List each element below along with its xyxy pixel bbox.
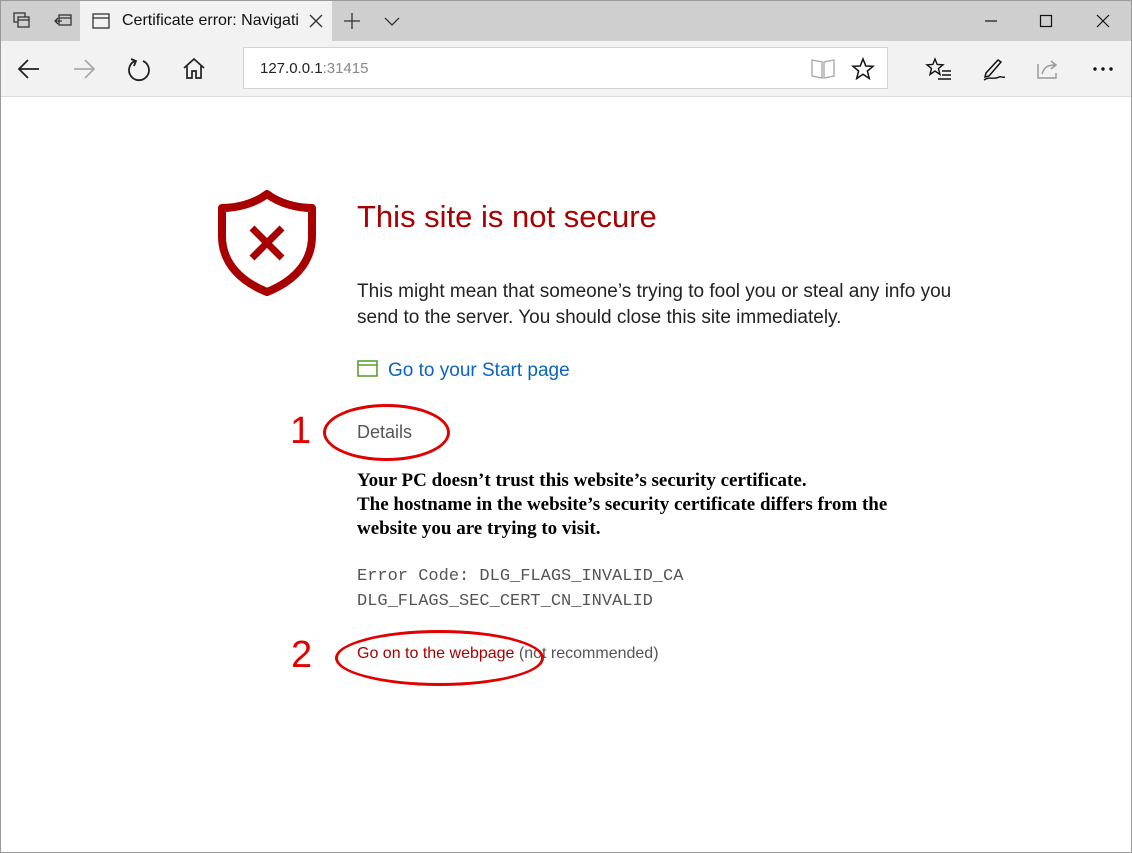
annotation-number-2: 2: [291, 634, 313, 676]
annotation-circle-2: [335, 630, 544, 686]
maximize-icon[interactable]: [1018, 1, 1074, 41]
favorites-hub-icon[interactable]: [924, 54, 954, 84]
detail-line: The hostname in the website’s security c…: [357, 494, 888, 515]
page-title: This site is not secure: [357, 199, 657, 234]
address-bar[interactable]: 127.0.0.1:31415: [243, 47, 888, 89]
warning-description: This might mean that someone’s trying to…: [357, 281, 952, 328]
url-host: 127.0.0.1: [260, 60, 323, 77]
reading-view-icon: [810, 57, 836, 86]
home-icon[interactable]: [179, 54, 209, 84]
annotation-circle-1: [323, 404, 450, 461]
more-icon[interactable]: [1088, 54, 1118, 84]
start-page-label: Go to your Start page: [388, 360, 570, 381]
error-code-line: Error Code: DLG_FLAGS_INVALID_CA: [357, 567, 684, 586]
minimize-icon[interactable]: [963, 1, 1019, 41]
show-tabs-icon[interactable]: [52, 10, 74, 32]
detail-line: Your PC doesn’t trust this website’s sec…: [357, 470, 807, 491]
start-page-icon: [357, 360, 378, 382]
tab-preview-icon[interactable]: [381, 10, 403, 32]
tab-page-icon: [90, 10, 112, 32]
browser-window: Certificate error: Navigation blocked: [0, 0, 1132, 853]
share-icon: [1033, 54, 1063, 84]
favorite-star-icon[interactable]: [851, 56, 875, 86]
title-bar: Certificate error: Navigation blocked: [1, 1, 1131, 41]
forward-icon: [69, 54, 99, 84]
refresh-icon[interactable]: [124, 54, 154, 84]
close-tab-icon[interactable]: [307, 12, 325, 30]
start-page-link[interactable]: Go to your Start page: [357, 358, 570, 384]
active-tab[interactable]: Certificate error: Navigation blocked: [80, 1, 332, 41]
annotation-number-1: 1: [290, 410, 312, 452]
certificate-details: Your PC doesn’t trust this website’s sec…: [357, 469, 977, 541]
web-note-icon[interactable]: [979, 54, 1009, 84]
url-port: :31415: [322, 60, 369, 77]
error-page: This site is not secure This might mean …: [1, 97, 1131, 852]
address-url[interactable]: 127.0.0.1:31415: [260, 60, 368, 77]
close-window-icon[interactable]: [1075, 1, 1131, 41]
shield-error-icon: [214, 188, 320, 298]
detail-line: website you are trying to visit.: [357, 518, 601, 539]
back-icon[interactable]: [14, 54, 44, 84]
tab-title: Certificate error: Navigation blocked: [122, 12, 298, 29]
set-aside-tabs-icon[interactable]: [11, 10, 33, 32]
navigation-bar: 127.0.0.1:31415: [1, 41, 1131, 97]
error-code-line: DLG_FLAGS_SEC_CERT_CN_INVALID: [357, 592, 653, 611]
new-tab-icon[interactable]: [341, 10, 363, 32]
error-code: Error Code: DLG_FLAGS_INVALID_CA DLG_FLA…: [357, 564, 683, 614]
